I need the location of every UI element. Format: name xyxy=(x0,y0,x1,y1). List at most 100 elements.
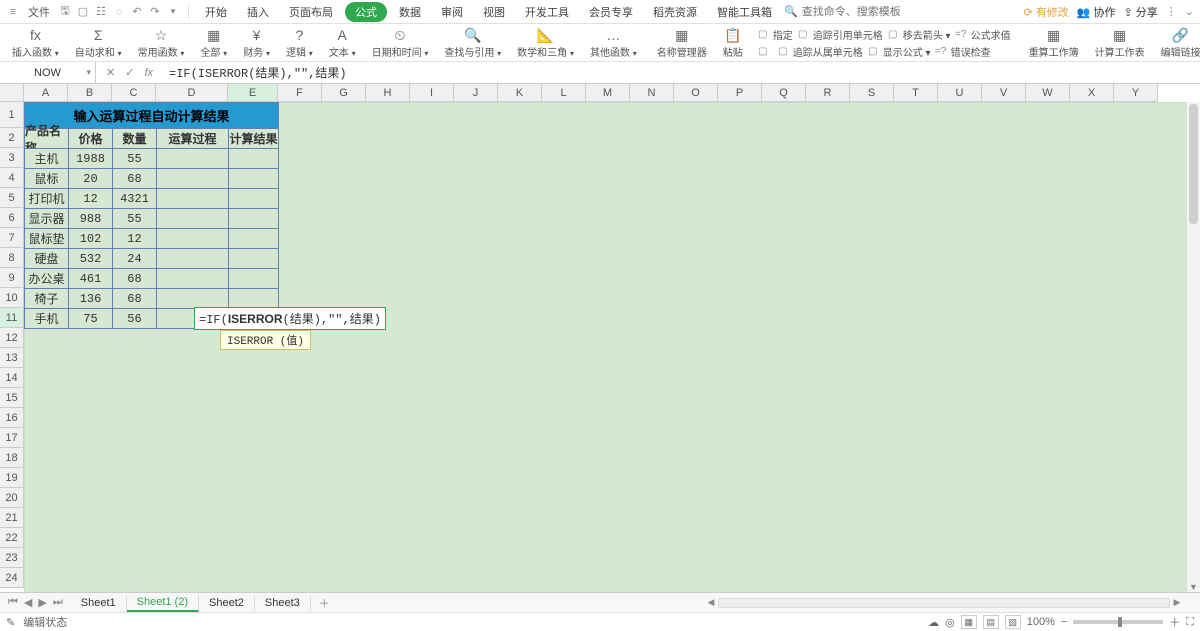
zoom-value[interactable]: 100% xyxy=(1027,616,1055,628)
table-header-4[interactable]: 计算结果 xyxy=(228,128,279,149)
row-header-15[interactable]: 15 xyxy=(0,388,24,408)
cell-r9-c4[interactable] xyxy=(228,268,279,289)
col-header-X[interactable]: X xyxy=(1070,84,1114,102)
cell-r3-c4[interactable] xyxy=(228,148,279,169)
ribbon-名称管理器[interactable]: ▦名称管理器 xyxy=(649,26,715,59)
cell-r6-c0[interactable]: 显示器 xyxy=(24,208,69,229)
sheet-tab-2[interactable]: Sheet2 xyxy=(199,595,255,611)
cell-r11-c1[interactable]: 75 xyxy=(68,308,113,329)
cell-r8-c4[interactable] xyxy=(228,248,279,269)
sheet-nav-last[interactable]: ⏭ xyxy=(53,596,63,609)
row-header-4[interactable]: 4 xyxy=(0,168,24,188)
pending-changes[interactable]: ⟳ 有修改 xyxy=(1023,4,1068,20)
collab-button[interactable]: 👥 协作 xyxy=(1077,4,1116,20)
view-normal-button[interactable]: ▦ xyxy=(961,615,977,629)
vscroll-thumb[interactable] xyxy=(1189,104,1198,224)
undo-icon[interactable]: ↶ xyxy=(130,5,144,19)
col-header-U[interactable]: U xyxy=(938,84,982,102)
ribbon-其他函数[interactable]: …其他函数 ▾ xyxy=(582,26,645,59)
fx-icon[interactable]: fx xyxy=(144,67,153,79)
cell-r4-c3[interactable] xyxy=(156,168,229,189)
row-header-12[interactable]: 12 xyxy=(0,328,24,348)
hscroll-track[interactable] xyxy=(718,598,1170,608)
formula-input[interactable]: =IF(ISERROR(结果),"",结果) xyxy=(163,64,1200,81)
cancel-formula-icon[interactable]: ✕ xyxy=(106,66,115,79)
row-header-24[interactable]: 24 xyxy=(0,568,24,588)
col-header-V[interactable]: V xyxy=(982,84,1026,102)
table-header-3[interactable]: 运算过程 xyxy=(156,128,229,149)
save-icon[interactable]: 🖫 xyxy=(58,5,72,19)
cell-r4-c0[interactable]: 鼠标 xyxy=(24,168,69,189)
more-icon[interactable]: ⋮ xyxy=(1166,5,1177,18)
tab-smart[interactable]: 智能工具箱 xyxy=(709,1,780,23)
qat-btn-3[interactable]: ◌ xyxy=(112,5,126,19)
cell-r8-c3[interactable] xyxy=(156,248,229,269)
row-header-3[interactable]: 3 xyxy=(0,148,24,168)
row-header-16[interactable]: 16 xyxy=(0,408,24,428)
ribbon-数学和三角[interactable]: 📐数学和三角 ▾ xyxy=(509,26,582,59)
row-header-20[interactable]: 20 xyxy=(0,488,24,508)
cell-r7-c4[interactable] xyxy=(228,228,279,249)
tab-data[interactable]: 数据 xyxy=(391,1,429,23)
col-header-S[interactable]: S xyxy=(850,84,894,102)
file-menu[interactable]: 文件 xyxy=(24,2,54,22)
col-header-W[interactable]: W xyxy=(1026,84,1070,102)
col-header-C[interactable]: C xyxy=(112,84,156,102)
sheet-nav-prev[interactable]: ◀ xyxy=(24,596,32,609)
row-header-14[interactable]: 14 xyxy=(0,368,24,388)
cell-r9-c0[interactable]: 办公桌 xyxy=(24,268,69,289)
tab-view[interactable]: 视图 xyxy=(475,1,513,23)
view-page-button[interactable]: ▤ xyxy=(983,615,999,629)
col-header-P[interactable]: P xyxy=(718,84,762,102)
col-header-I[interactable]: I xyxy=(410,84,454,102)
tab-resource[interactable]: 稻壳资源 xyxy=(645,1,705,23)
row-header-18[interactable]: 18 xyxy=(0,448,24,468)
table-header-2[interactable]: 数量 xyxy=(112,128,157,149)
ribbon-财务[interactable]: ¥财务 ▾ xyxy=(235,26,278,59)
row-header-22[interactable]: 22 xyxy=(0,528,24,548)
col-header-K[interactable]: K xyxy=(498,84,542,102)
col-header-J[interactable]: J xyxy=(454,84,498,102)
expand-icon[interactable]: ⌄ xyxy=(1185,5,1194,18)
scroll-down-arrow[interactable]: ▼ xyxy=(1187,582,1200,592)
cell-r9-c2[interactable]: 68 xyxy=(112,268,157,289)
tab-start[interactable]: 开始 xyxy=(197,1,235,23)
ribbon-粘贴[interactable]: 📋粘贴 xyxy=(715,26,751,59)
ribbon-重算工作簿[interactable]: ▦重算工作簿 xyxy=(1021,26,1087,59)
sheet-tab-3[interactable]: Sheet3 xyxy=(255,595,311,611)
row-header-5[interactable]: 5 xyxy=(0,188,24,208)
cell-r10-c1[interactable]: 136 xyxy=(68,288,113,309)
cell-r3-c0[interactable]: 主机 xyxy=(24,148,69,169)
col-header-M[interactable]: M xyxy=(586,84,630,102)
row-header-11[interactable]: 11 xyxy=(0,308,24,328)
accept-formula-icon[interactable]: ✓ xyxy=(125,66,134,79)
row-header-23[interactable]: 23 xyxy=(0,548,24,568)
status-misc-icon[interactable]: ◎ xyxy=(945,616,955,629)
hamburger-icon[interactable]: ≡ xyxy=(6,5,20,19)
sheet-nav-next[interactable]: ▶ xyxy=(38,596,46,609)
sheet-tab-1[interactable]: Sheet1 (2) xyxy=(127,594,199,612)
col-header-O[interactable]: O xyxy=(674,84,718,102)
search-box[interactable]: 🔍 xyxy=(784,5,922,18)
name-box[interactable]: NOW ▾ xyxy=(0,62,96,83)
cell-r4-c4[interactable] xyxy=(228,168,279,189)
select-all-corner[interactable] xyxy=(0,84,24,102)
col-header-R[interactable]: R xyxy=(806,84,850,102)
cell-r10-c4[interactable] xyxy=(228,288,279,309)
ribbon-全部[interactable]: ▦全部 ▾ xyxy=(192,26,235,59)
tab-layout[interactable]: 页面布局 xyxy=(281,1,341,23)
search-input[interactable] xyxy=(802,6,922,18)
ribbon-日期和时间[interactable]: ⏲日期和时间 ▾ xyxy=(364,26,437,59)
hscroll-left[interactable]: ◀ xyxy=(704,597,718,608)
ribbon-逻辑[interactable]: ?逻辑 ▾ xyxy=(278,26,321,59)
fullscreen-icon[interactable]: ⛶ xyxy=(1186,616,1194,629)
zoom-out-button[interactable]: − xyxy=(1061,616,1067,628)
hscroll-right[interactable]: ▶ xyxy=(1170,597,1184,608)
cell-r10-c2[interactable]: 68 xyxy=(112,288,157,309)
cell-r7-c0[interactable]: 鼠标垫 xyxy=(24,228,69,249)
cell-r3-c3[interactable] xyxy=(156,148,229,169)
tab-review[interactable]: 审阅 xyxy=(433,1,471,23)
table-header-0[interactable]: 产品名称 xyxy=(24,128,69,149)
qat-btn-2[interactable]: ☷ xyxy=(94,5,108,19)
col-header-E[interactable]: E xyxy=(228,84,278,102)
